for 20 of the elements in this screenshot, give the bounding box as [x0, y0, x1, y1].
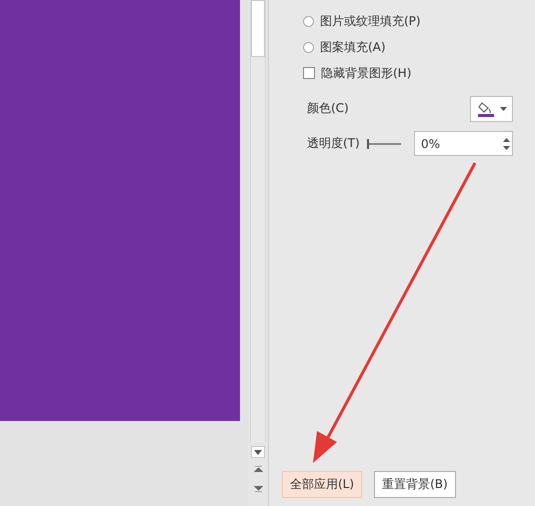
next-slide-icon[interactable] — [254, 483, 262, 492]
caret-down-icon — [254, 450, 262, 454]
radio-button[interactable] — [303, 16, 314, 26]
option-label: 隐藏背景图形(H) — [321, 64, 412, 82]
previous-slide-icon[interactable] — [254, 466, 262, 475]
transparency-label: 透明度(T) — [307, 135, 361, 152]
scroll-down-button[interactable] — [251, 446, 265, 458]
paint-bucket-icon — [476, 100, 494, 116]
transparency-field[interactable]: 0% — [414, 131, 513, 156]
color-label: 颜色(C) — [307, 100, 350, 117]
option-label: 图案填充(A) — [320, 38, 386, 56]
action-button[interactable]: 全部应用(L) — [282, 471, 362, 498]
action-button[interactable]: 重置背景(B) — [374, 471, 456, 498]
option-label: 图片或纹理填充(P) — [320, 12, 421, 30]
radio-button[interactable] — [303, 42, 314, 52]
caret-down-icon — [500, 106, 506, 110]
spinner-arrows-icon[interactable] — [502, 136, 510, 150]
scrollbar[interactable] — [250, 0, 266, 442]
fill-color-button[interactable] — [470, 96, 513, 122]
checkbox[interactable] — [303, 67, 315, 79]
